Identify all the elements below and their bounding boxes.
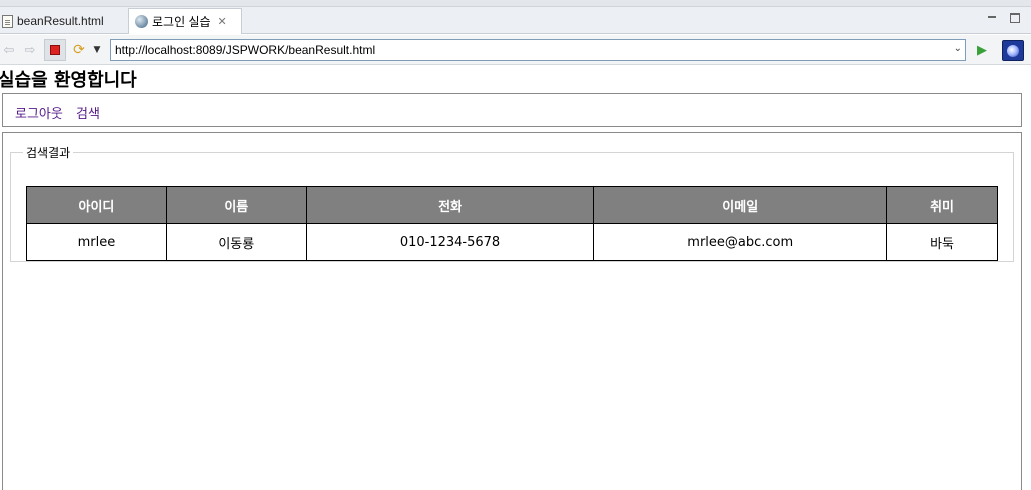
tab-beanresult[interactable]: beanResult.html (0, 8, 128, 34)
go-icon[interactable]: ▶ (975, 43, 989, 58)
tab-label: beanResult.html (17, 14, 104, 28)
browser-toolbar: ⇦ ⇨ ⟳ ▼ ⌄ ▶ (0, 35, 1031, 65)
header-phone: 전화 (305, 186, 595, 224)
minimize-icon[interactable] (987, 13, 997, 23)
url-bar[interactable]: ⌄ (110, 39, 966, 61)
cell-hobby: 바둑 (886, 223, 998, 261)
tab-label: 로그인 실습 (152, 15, 211, 29)
stop-icon (50, 45, 60, 55)
cell-name: 이동룡 (165, 223, 307, 261)
forward-arrow-icon[interactable]: ⇨ (23, 43, 37, 58)
maximize-icon[interactable] (1010, 13, 1020, 23)
cell-email: mrlee@abc.com (593, 223, 888, 261)
header-hobby: 취미 (886, 186, 998, 224)
globe-icon (135, 15, 148, 28)
eclipse-perspective-icon[interactable] (1002, 40, 1024, 61)
url-input[interactable] (111, 40, 943, 60)
document-icon (2, 14, 13, 28)
result-fieldset: 검색결과 아이디 이름 전화 이메일 취미 mrlee 이동룡 010-1234… (10, 144, 1014, 262)
result-container: 검색결과 아이디 이름 전화 이메일 취미 mrlee 이동룡 010-1234… (2, 132, 1022, 490)
tab-bar-top-strip (0, 0, 1031, 7)
page-title: 실습을 환영합니다 (0, 70, 137, 91)
tab-login-practice[interactable]: 로그인 실습 ✕ (128, 8, 242, 34)
editor-tab-bar: beanResult.html 로그인 실습 ✕ (0, 0, 1031, 34)
cell-id: mrlee (26, 223, 167, 261)
result-table: 아이디 이름 전화 이메일 취미 mrlee 이동룡 010-1234-5678… (26, 186, 998, 261)
cell-phone: 010-1234-5678 (305, 223, 595, 261)
menu-box: 로그아웃 검색 (2, 93, 1022, 127)
result-legend: 검색결과 (26, 146, 71, 160)
back-arrow-icon[interactable]: ⇦ (2, 43, 16, 58)
chevron-down-icon[interactable]: ⌄ (954, 43, 962, 54)
table-header-row: 아이디 이름 전화 이메일 취미 (26, 186, 998, 224)
header-name: 이름 (165, 186, 307, 224)
refresh-icon[interactable]: ⟳ (71, 42, 87, 58)
table-row: mrlee 이동룡 010-1234-5678 mrlee@abc.com 바둑 (26, 223, 998, 261)
search-link[interactable]: 검색 (76, 103, 100, 122)
stop-button[interactable] (44, 39, 66, 61)
web-page: 실습을 환영합니다 로그아웃 검색 검색결과 아이디 이름 전화 이메일 취미 (0, 66, 1031, 490)
close-icon[interactable]: ✕ (218, 15, 227, 28)
header-email: 이메일 (593, 186, 888, 224)
header-id: 아이디 (26, 186, 167, 224)
logout-link[interactable]: 로그아웃 (15, 103, 63, 122)
dropdown-arrow-icon[interactable]: ▼ (92, 43, 102, 57)
